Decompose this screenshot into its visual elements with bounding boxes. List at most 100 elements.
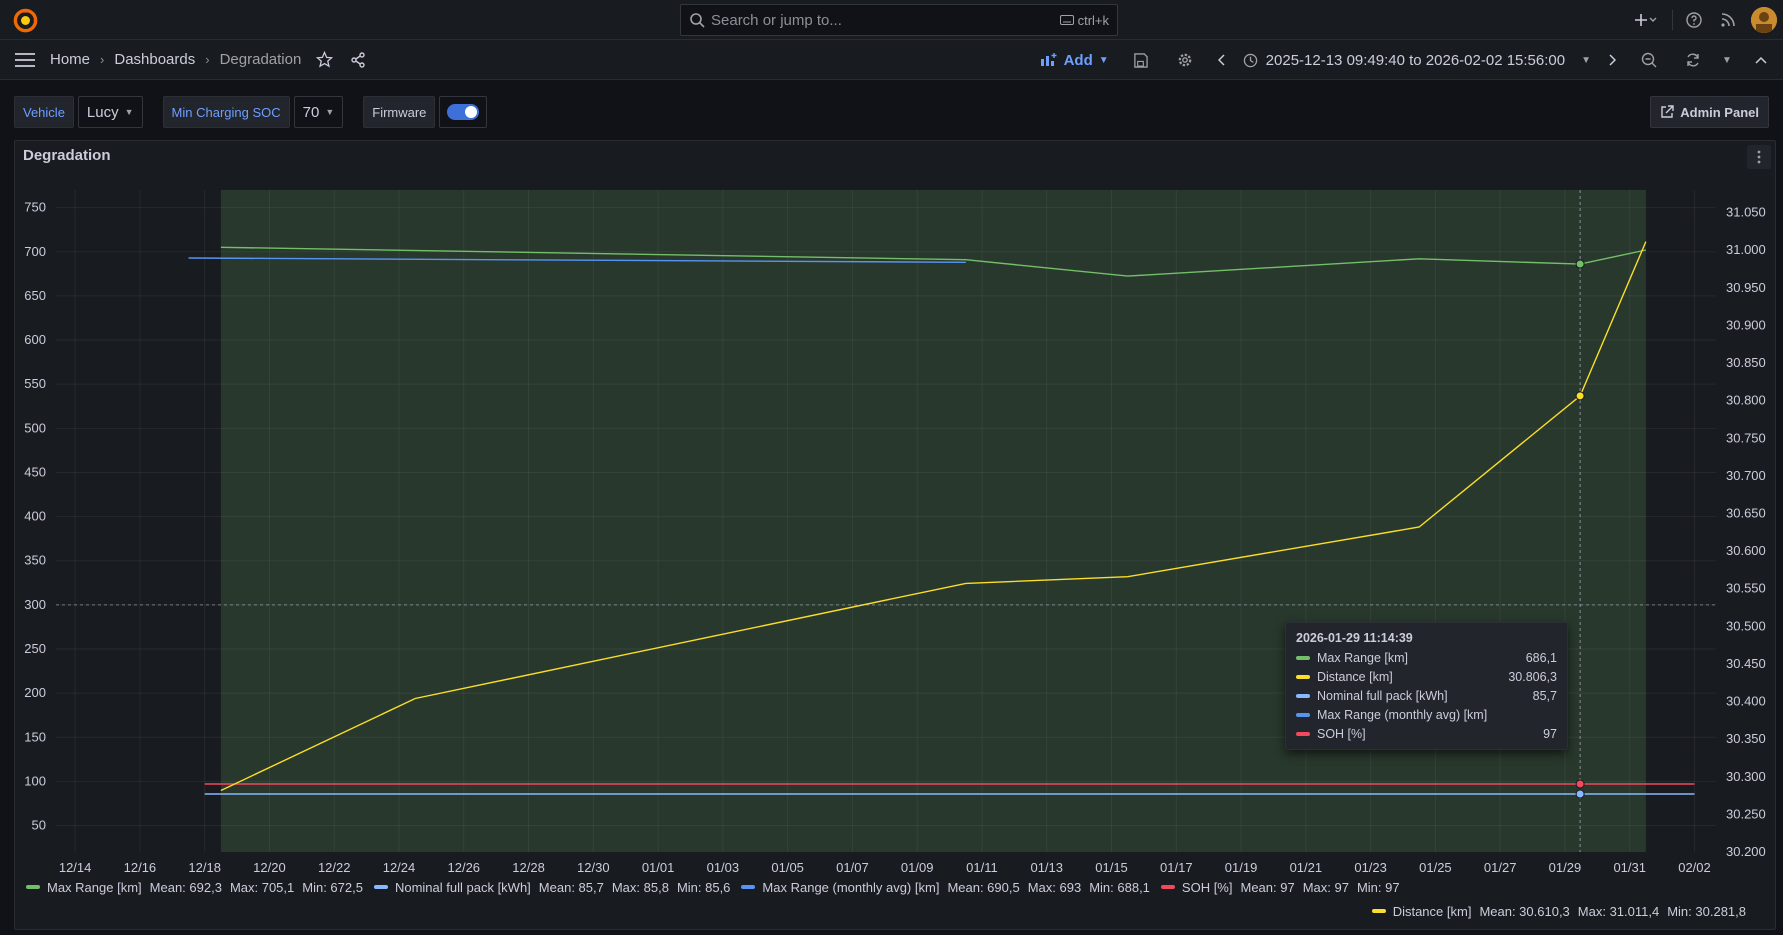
legend-mean: Mean: 692,3 bbox=[149, 879, 222, 895]
x-tick-label: 12/24 bbox=[383, 860, 416, 875]
y-right-tick-label: 30.250 bbox=[1726, 806, 1766, 821]
legend-max: Max: 693 bbox=[1027, 879, 1082, 895]
x-tick-label: 01/17 bbox=[1160, 860, 1193, 875]
legend-name: Nominal full pack [kWh] bbox=[394, 879, 531, 895]
tooltip-row: SOH [%] 97 bbox=[1296, 724, 1557, 743]
hover-point bbox=[1575, 259, 1585, 269]
legend-item[interactable]: Max Range (monthly avg) [km] Mean: 690,5 M… bbox=[741, 879, 1150, 895]
x-tick-label: 01/29 bbox=[1549, 860, 1582, 875]
legend-min: Min: 85,6 bbox=[676, 879, 731, 895]
y-right-tick-label: 31.000 bbox=[1726, 242, 1766, 257]
degradation-chart[interactable]: 12/14 12/16 12/18 12/20 12/22 12/24 12/26 12/28… bbox=[0, 0, 1783, 935]
y-left-tick-label: 550 bbox=[24, 376, 46, 391]
tooltip-rows: Max Range [km] 686,1 Distance [km] 30.806,3… bbox=[1296, 649, 1557, 743]
x-tick-label: 12/18 bbox=[188, 860, 221, 875]
y-right-tick-label: 30.550 bbox=[1726, 581, 1766, 596]
y-right-tick-label: 30.750 bbox=[1726, 430, 1766, 445]
y-left-tick-label: 500 bbox=[24, 420, 46, 435]
y-right-tick-label: 30.900 bbox=[1726, 317, 1766, 332]
legend-max: Max: 31.011,4 bbox=[1577, 903, 1660, 919]
x-tick-label: 12/22 bbox=[318, 860, 351, 875]
tooltip-series-value: 85,7 bbox=[1532, 688, 1557, 703]
shaded-region bbox=[220, 190, 1646, 852]
x-tick-label: 12/30 bbox=[577, 860, 610, 875]
legend-max: Max: 85,8 bbox=[611, 879, 669, 895]
legend-item[interactable]: Distance [km] Mean: 30.610,3 Max: 31.011,4… bbox=[1371, 903, 1746, 919]
legend-name: Max Range [km] bbox=[47, 879, 142, 895]
tooltip-series-value: 686,1 bbox=[1525, 651, 1557, 666]
x-tick-label: 01/31 bbox=[1613, 860, 1646, 875]
y-left-tick-label: 750 bbox=[24, 200, 46, 215]
x-tick-label: 01/19 bbox=[1225, 860, 1258, 875]
y-left-tick-label: 200 bbox=[24, 685, 46, 700]
tooltip-series-value: 30.806,3 bbox=[1508, 670, 1557, 685]
y-right-tick-label: 30.300 bbox=[1726, 769, 1766, 784]
x-tick-label: 12/28 bbox=[512, 860, 545, 875]
y-left-tick-label: 450 bbox=[24, 464, 46, 479]
y-left-tick-label: 300 bbox=[24, 597, 46, 612]
x-tick-label: 01/25 bbox=[1419, 860, 1452, 875]
y-left-tick-label: 150 bbox=[24, 729, 46, 744]
legend-mean: Mean: 97 bbox=[1240, 879, 1295, 895]
chart-tooltip: 2026-01-29 11:14:39 Max Range [km] 686,1 D… bbox=[1285, 622, 1568, 750]
legend-item[interactable]: SOH [%] Mean: 97 Max: 97 Min: 97 bbox=[1160, 879, 1400, 895]
chart-legend-right: Distance [km] Mean: 30.610,3 Max: 31.011,4… bbox=[1371, 902, 1757, 920]
y-left-tick-label: 250 bbox=[24, 641, 46, 656]
x-tick-label: 01/05 bbox=[771, 860, 804, 875]
y-left-tick-label: 600 bbox=[24, 332, 46, 347]
hover-point bbox=[1575, 789, 1585, 799]
legend-name: Max Range (monthly avg) [km] bbox=[762, 879, 940, 895]
legend-swatch bbox=[26, 885, 40, 889]
legend-max: Max: 97 bbox=[1302, 879, 1349, 895]
y-right-tick-label: 30.800 bbox=[1726, 393, 1766, 408]
legend-item[interactable]: Nominal full pack [kWh] Mean: 85,7 Max: 85… bbox=[373, 879, 731, 895]
x-tick-label: 01/07 bbox=[836, 860, 869, 875]
x-tick-label: 02/02 bbox=[1678, 860, 1711, 875]
x-tick-label: 12/16 bbox=[124, 860, 157, 875]
x-tick-label: 12/20 bbox=[253, 860, 286, 875]
legend-min: Min: 30.281,8 bbox=[1667, 903, 1746, 919]
y-right-tick-label: 30.650 bbox=[1726, 505, 1766, 520]
y-right-tick-label: 30.500 bbox=[1726, 618, 1766, 633]
y-right-tick-label: 30.450 bbox=[1726, 656, 1766, 671]
y-right-tick-label: 30.600 bbox=[1726, 543, 1766, 558]
legend-max: Max: 705,1 bbox=[229, 879, 295, 895]
legend-min: Min: 688,1 bbox=[1089, 879, 1150, 895]
legend-mean: Mean: 85,7 bbox=[538, 879, 604, 895]
tooltip-series-name: Distance [km] bbox=[1317, 670, 1393, 685]
tooltip-series-name: Max Range (monthly avg) [km] bbox=[1317, 707, 1488, 722]
x-tick-label: 01/03 bbox=[707, 860, 740, 875]
y-right-tick-label: 30.850 bbox=[1726, 355, 1766, 370]
legend-name: SOH [%] bbox=[1181, 879, 1233, 895]
legend-swatch bbox=[741, 885, 756, 889]
legend-min: Min: 672,5 bbox=[302, 879, 363, 895]
y-right-tick-label: 31.050 bbox=[1726, 205, 1766, 220]
legend-item[interactable]: Max Range [km] Mean: 692,3 Max: 705,1 Min: … bbox=[26, 880, 363, 895]
y-right-tick-label: 30.700 bbox=[1726, 468, 1766, 483]
x-tick-label: 01/21 bbox=[1290, 860, 1323, 875]
y-left-tick-label: 650 bbox=[24, 288, 46, 303]
series-swatch bbox=[1296, 656, 1310, 661]
y-right-tick-label: 30.200 bbox=[1726, 844, 1766, 859]
x-tick-label: 01/13 bbox=[1030, 860, 1063, 875]
x-tick-label: 01/23 bbox=[1354, 860, 1387, 875]
series-swatch bbox=[1296, 712, 1310, 717]
x-tick-label: 01/01 bbox=[642, 860, 675, 875]
tooltip-row: Nominal full pack [kWh] 85,7 bbox=[1296, 687, 1557, 706]
x-tick-label: 01/27 bbox=[1484, 860, 1517, 875]
series-swatch bbox=[1296, 675, 1310, 680]
y-left-tick-label: 350 bbox=[24, 553, 46, 568]
y-left-tick-label: 700 bbox=[24, 244, 46, 259]
tooltip-series-name: SOH [%] bbox=[1317, 726, 1366, 741]
x-tick-label: 01/11 bbox=[966, 860, 998, 875]
legend-mean: Mean: 690,5 bbox=[947, 879, 1020, 895]
legend-swatch bbox=[373, 885, 388, 889]
hover-point bbox=[1575, 779, 1585, 789]
series-swatch bbox=[1296, 693, 1310, 698]
y-left-tick-label: 100 bbox=[24, 773, 46, 788]
hover-point bbox=[1575, 391, 1585, 401]
legend-name: Distance [km] bbox=[1392, 903, 1472, 919]
series-swatch bbox=[1296, 731, 1310, 736]
tooltip-series-name: Max Range [km] bbox=[1317, 651, 1409, 666]
x-tick-label: 01/09 bbox=[901, 860, 934, 875]
